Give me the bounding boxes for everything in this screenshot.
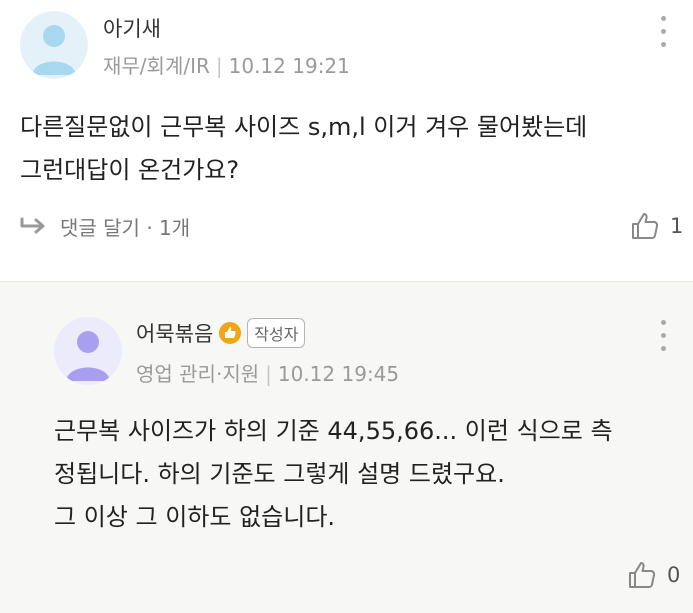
reply-count-label: 댓글 달기 · 1개 (60, 215, 191, 240)
author-department: 영업 관리·지원 (136, 362, 260, 386)
reply-timestamp: 10.12 19:45 (277, 362, 400, 386)
user-avatar-icon (54, 317, 122, 385)
like-button[interactable]: 1 (630, 209, 683, 243)
more-options-icon[interactable] (652, 14, 676, 50)
thumbs-up-icon (629, 562, 656, 588)
avatar[interactable] (54, 317, 122, 385)
like-count: 0 (667, 563, 681, 587)
reply-button[interactable]: 댓글 달기 · 1개 (20, 208, 190, 244)
author-name[interactable]: 어묵볶음 (136, 318, 213, 348)
comment-text: 다른질문없이 근무복 사이즈 s,m,l 이거 겨우 물어봤는데 그런대답이 온… (20, 113, 588, 184)
more-options-icon[interactable] (652, 318, 676, 354)
meta-separator: | (215, 54, 223, 78)
reply-arrow-icon (20, 217, 45, 234)
thumbs-up-icon (632, 213, 659, 239)
author-meta: 영업 관리·지원 | 10.12 19:45 (136, 358, 399, 387)
reply-author-row: 어묵볶음 작성자 (136, 318, 306, 348)
reply-card: 어묵볶음 작성자 영업 관리·지원 | 10.12 19:45 근무복 사이즈가 하… (0, 282, 693, 613)
like-count: 1 (670, 214, 684, 238)
author-meta: 재무/회계/IR | 10.12 19:21 (103, 50, 350, 79)
comment-card: 아기새 재무/회계/IR | 10.12 19:21 다른질문없이 근무복 사이즈 … (0, 0, 693, 281)
like-button[interactable]: 0 (627, 558, 680, 592)
comment-timestamp: 10.12 19:21 (228, 54, 350, 78)
meta-separator: | (265, 362, 272, 386)
thumbs-badge-icon (219, 322, 242, 344)
author-name[interactable]: 아기새 (103, 13, 161, 43)
user-avatar-icon (20, 11, 88, 79)
author-badge: 작성자 (247, 318, 306, 348)
author-department: 재무/회계/IR (103, 54, 210, 78)
reply-text: 근무복 사이즈가 하의 기준 44,55,66... 이런 식으로 측 정됩니다… (54, 417, 613, 531)
avatar[interactable] (20, 11, 88, 79)
